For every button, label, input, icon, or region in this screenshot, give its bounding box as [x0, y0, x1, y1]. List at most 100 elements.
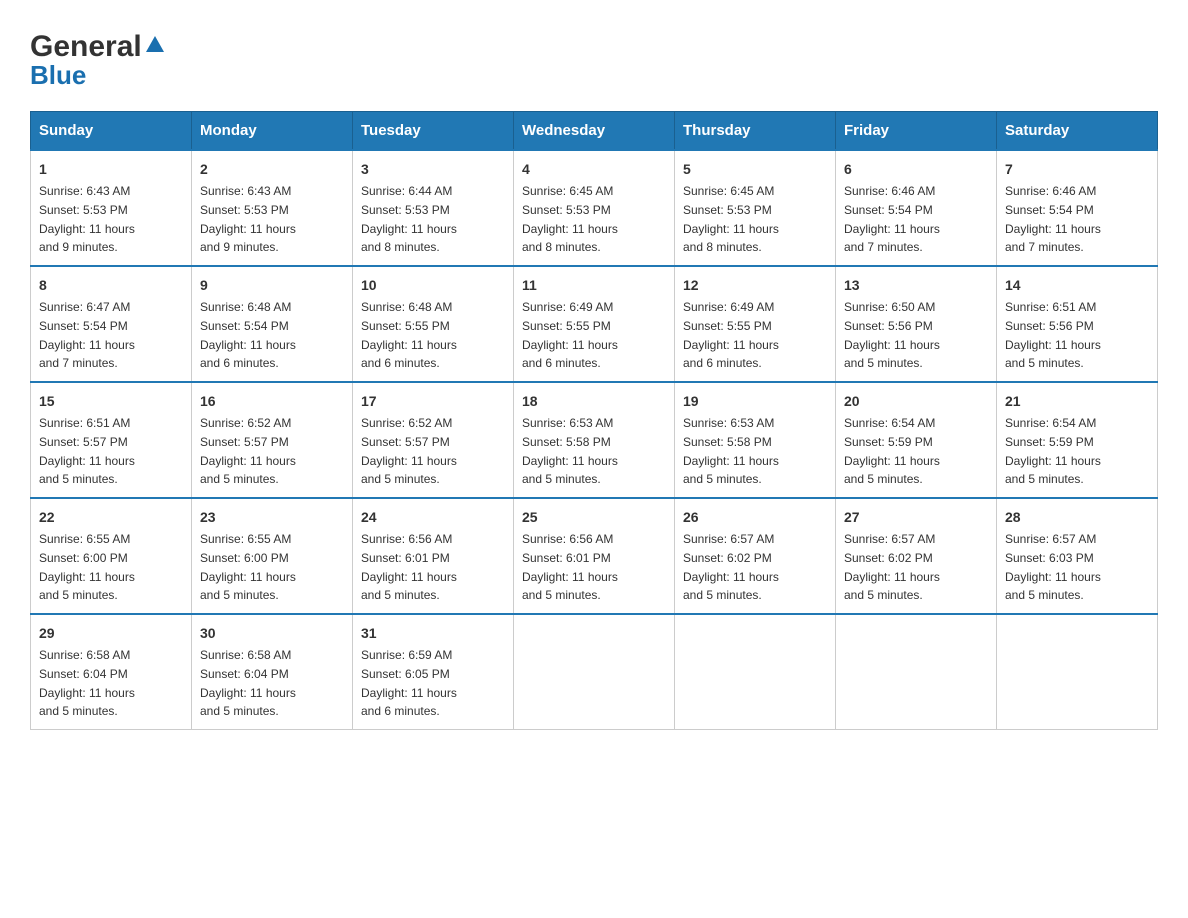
day-number: 7 [1005, 159, 1149, 180]
week-row-1: 1 Sunrise: 6:43 AMSunset: 5:53 PMDayligh… [31, 150, 1158, 266]
day-info: Sunrise: 6:54 AMSunset: 5:59 PMDaylight:… [844, 416, 940, 486]
day-info: Sunrise: 6:58 AMSunset: 6:04 PMDaylight:… [39, 648, 135, 718]
day-info: Sunrise: 6:57 AMSunset: 6:03 PMDaylight:… [1005, 532, 1101, 602]
header-day-tuesday: Tuesday [353, 112, 514, 151]
day-info: Sunrise: 6:58 AMSunset: 6:04 PMDaylight:… [200, 648, 296, 718]
header-day-thursday: Thursday [675, 112, 836, 151]
day-info: Sunrise: 6:51 AMSunset: 5:57 PMDaylight:… [39, 416, 135, 486]
logo-blue: Blue [30, 60, 86, 91]
day-info: Sunrise: 6:56 AMSunset: 6:01 PMDaylight:… [361, 532, 457, 602]
day-number: 30 [200, 623, 344, 644]
calendar-cell: 18 Sunrise: 6:53 AMSunset: 5:58 PMDaylig… [514, 382, 675, 498]
day-number: 2 [200, 159, 344, 180]
calendar-cell: 16 Sunrise: 6:52 AMSunset: 5:57 PMDaylig… [192, 382, 353, 498]
day-number: 8 [39, 275, 183, 296]
day-info: Sunrise: 6:57 AMSunset: 6:02 PMDaylight:… [683, 532, 779, 602]
day-info: Sunrise: 6:47 AMSunset: 5:54 PMDaylight:… [39, 300, 135, 370]
calendar-cell: 23 Sunrise: 6:55 AMSunset: 6:00 PMDaylig… [192, 498, 353, 614]
day-number: 15 [39, 391, 183, 412]
day-number: 20 [844, 391, 988, 412]
day-info: Sunrise: 6:52 AMSunset: 5:57 PMDaylight:… [200, 416, 296, 486]
calendar-cell: 20 Sunrise: 6:54 AMSunset: 5:59 PMDaylig… [836, 382, 997, 498]
calendar-cell: 11 Sunrise: 6:49 AMSunset: 5:55 PMDaylig… [514, 266, 675, 382]
calendar-cell [836, 614, 997, 730]
day-number: 16 [200, 391, 344, 412]
day-number: 4 [522, 159, 666, 180]
calendar-cell: 4 Sunrise: 6:45 AMSunset: 5:53 PMDayligh… [514, 150, 675, 266]
week-row-2: 8 Sunrise: 6:47 AMSunset: 5:54 PMDayligh… [31, 266, 1158, 382]
calendar-cell: 27 Sunrise: 6:57 AMSunset: 6:02 PMDaylig… [836, 498, 997, 614]
day-info: Sunrise: 6:56 AMSunset: 6:01 PMDaylight:… [522, 532, 618, 602]
day-number: 10 [361, 275, 505, 296]
week-row-5: 29 Sunrise: 6:58 AMSunset: 6:04 PMDaylig… [31, 614, 1158, 730]
header-day-monday: Monday [192, 112, 353, 151]
calendar-cell: 9 Sunrise: 6:48 AMSunset: 5:54 PMDayligh… [192, 266, 353, 382]
day-info: Sunrise: 6:43 AMSunset: 5:53 PMDaylight:… [200, 184, 296, 254]
day-info: Sunrise: 6:49 AMSunset: 5:55 PMDaylight:… [683, 300, 779, 370]
calendar-cell: 21 Sunrise: 6:54 AMSunset: 5:59 PMDaylig… [997, 382, 1158, 498]
calendar-cell: 29 Sunrise: 6:58 AMSunset: 6:04 PMDaylig… [31, 614, 192, 730]
day-info: Sunrise: 6:45 AMSunset: 5:53 PMDaylight:… [683, 184, 779, 254]
day-number: 22 [39, 507, 183, 528]
calendar-cell: 17 Sunrise: 6:52 AMSunset: 5:57 PMDaylig… [353, 382, 514, 498]
day-info: Sunrise: 6:44 AMSunset: 5:53 PMDaylight:… [361, 184, 457, 254]
day-info: Sunrise: 6:46 AMSunset: 5:54 PMDaylight:… [1005, 184, 1101, 254]
calendar-cell: 22 Sunrise: 6:55 AMSunset: 6:00 PMDaylig… [31, 498, 192, 614]
logo: General Blue [30, 30, 166, 91]
calendar-cell: 8 Sunrise: 6:47 AMSunset: 5:54 PMDayligh… [31, 266, 192, 382]
day-number: 12 [683, 275, 827, 296]
calendar-cell: 31 Sunrise: 6:59 AMSunset: 6:05 PMDaylig… [353, 614, 514, 730]
day-number: 6 [844, 159, 988, 180]
day-number: 11 [522, 275, 666, 296]
day-number: 27 [844, 507, 988, 528]
day-info: Sunrise: 6:51 AMSunset: 5:56 PMDaylight:… [1005, 300, 1101, 370]
day-info: Sunrise: 6:48 AMSunset: 5:54 PMDaylight:… [200, 300, 296, 370]
calendar-cell: 14 Sunrise: 6:51 AMSunset: 5:56 PMDaylig… [997, 266, 1158, 382]
day-info: Sunrise: 6:49 AMSunset: 5:55 PMDaylight:… [522, 300, 618, 370]
day-number: 21 [1005, 391, 1149, 412]
day-info: Sunrise: 6:53 AMSunset: 5:58 PMDaylight:… [683, 416, 779, 486]
page-header: General Blue [30, 30, 1158, 91]
calendar-header-row: SundayMondayTuesdayWednesdayThursdayFrid… [31, 112, 1158, 151]
day-info: Sunrise: 6:59 AMSunset: 6:05 PMDaylight:… [361, 648, 457, 718]
day-number: 18 [522, 391, 666, 412]
day-number: 1 [39, 159, 183, 180]
calendar-cell: 30 Sunrise: 6:58 AMSunset: 6:04 PMDaylig… [192, 614, 353, 730]
calendar-cell: 15 Sunrise: 6:51 AMSunset: 5:57 PMDaylig… [31, 382, 192, 498]
day-info: Sunrise: 6:43 AMSunset: 5:53 PMDaylight:… [39, 184, 135, 254]
week-row-3: 15 Sunrise: 6:51 AMSunset: 5:57 PMDaylig… [31, 382, 1158, 498]
day-info: Sunrise: 6:45 AMSunset: 5:53 PMDaylight:… [522, 184, 618, 254]
calendar-cell: 3 Sunrise: 6:44 AMSunset: 5:53 PMDayligh… [353, 150, 514, 266]
day-info: Sunrise: 6:48 AMSunset: 5:55 PMDaylight:… [361, 300, 457, 370]
day-number: 23 [200, 507, 344, 528]
day-number: 19 [683, 391, 827, 412]
calendar-cell: 24 Sunrise: 6:56 AMSunset: 6:01 PMDaylig… [353, 498, 514, 614]
calendar-cell: 25 Sunrise: 6:56 AMSunset: 6:01 PMDaylig… [514, 498, 675, 614]
day-number: 3 [361, 159, 505, 180]
calendar-cell: 13 Sunrise: 6:50 AMSunset: 5:56 PMDaylig… [836, 266, 997, 382]
day-number: 17 [361, 391, 505, 412]
day-info: Sunrise: 6:55 AMSunset: 6:00 PMDaylight:… [39, 532, 135, 602]
day-info: Sunrise: 6:54 AMSunset: 5:59 PMDaylight:… [1005, 416, 1101, 486]
calendar-table: SundayMondayTuesdayWednesdayThursdayFrid… [30, 111, 1158, 730]
day-info: Sunrise: 6:53 AMSunset: 5:58 PMDaylight:… [522, 416, 618, 486]
day-number: 24 [361, 507, 505, 528]
day-info: Sunrise: 6:50 AMSunset: 5:56 PMDaylight:… [844, 300, 940, 370]
day-number: 28 [1005, 507, 1149, 528]
day-number: 26 [683, 507, 827, 528]
week-row-4: 22 Sunrise: 6:55 AMSunset: 6:00 PMDaylig… [31, 498, 1158, 614]
day-number: 5 [683, 159, 827, 180]
day-number: 31 [361, 623, 505, 644]
day-number: 14 [1005, 275, 1149, 296]
calendar-cell: 5 Sunrise: 6:45 AMSunset: 5:53 PMDayligh… [675, 150, 836, 266]
day-info: Sunrise: 6:46 AMSunset: 5:54 PMDaylight:… [844, 184, 940, 254]
calendar-cell: 28 Sunrise: 6:57 AMSunset: 6:03 PMDaylig… [997, 498, 1158, 614]
calendar-cell: 10 Sunrise: 6:48 AMSunset: 5:55 PMDaylig… [353, 266, 514, 382]
day-number: 29 [39, 623, 183, 644]
calendar-cell: 19 Sunrise: 6:53 AMSunset: 5:58 PMDaylig… [675, 382, 836, 498]
calendar-cell: 26 Sunrise: 6:57 AMSunset: 6:02 PMDaylig… [675, 498, 836, 614]
header-day-sunday: Sunday [31, 112, 192, 151]
calendar-cell [514, 614, 675, 730]
calendar-cell [675, 614, 836, 730]
day-info: Sunrise: 6:52 AMSunset: 5:57 PMDaylight:… [361, 416, 457, 486]
